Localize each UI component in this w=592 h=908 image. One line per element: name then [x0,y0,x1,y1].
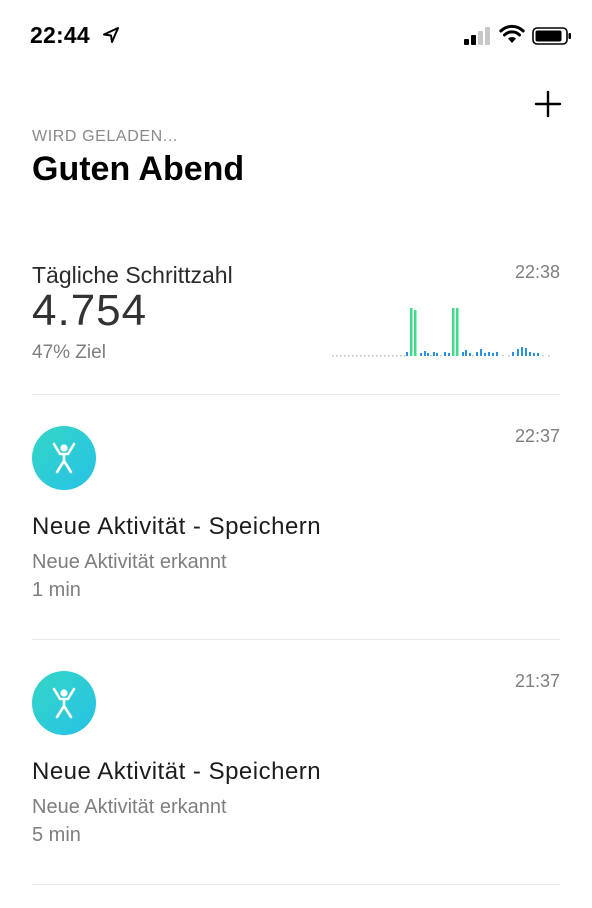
page-title: Guten Abend [32,150,245,188]
location-arrow-icon [103,27,119,43]
divider [32,394,560,395]
daily-steps-card[interactable]: Tägliche Schrittzahl 22:38 4.754 47% Zie… [32,262,560,374]
activity-card[interactable]: 22:37 Neue Aktivität - Speichern Neue Ak… [32,426,560,616]
activity-subtitle: Neue Aktivität erkannt [32,796,227,818]
wifi-icon [499,24,525,43]
steps-goal-percent: 47% Ziel [32,342,106,363]
chart-baseline [332,355,550,357]
running-figure-icon [32,426,96,490]
activity-card[interactable]: 21:37 Neue Aktivität - Speichern Neue Ak… [32,671,560,861]
cellular-signal-icon [464,27,490,45]
steps-card-title: Tägliche Schrittzahl [32,262,233,288]
steps-card-time: 22:38 [514,262,560,282]
running-figure-icon [32,671,96,735]
activity-time: 22:37 [514,426,560,446]
divider [32,639,560,640]
activity-duration: 5 min [32,824,81,846]
battery-icon [532,27,571,45]
steps-count: 4.754 [32,286,148,335]
step-sparkline-chart [332,308,550,357]
activity-title: Neue Aktivität - Speichern [32,758,322,785]
activity-duration: 1 min [32,579,81,601]
activity-subtitle: Neue Aktivität erkannt [32,551,227,573]
status-time: 22:44 [30,22,90,48]
chart-peak-bars [410,308,459,356]
status-bar: 22:44 [0,0,592,72]
activity-title: Neue Aktivität - Speichern [32,513,322,540]
chart-activity-bars [406,347,539,356]
add-button[interactable] [532,88,564,120]
activity-time: 21:37 [514,671,560,691]
divider [32,884,560,885]
loading-status: WIRD GELADEN... [32,128,178,145]
